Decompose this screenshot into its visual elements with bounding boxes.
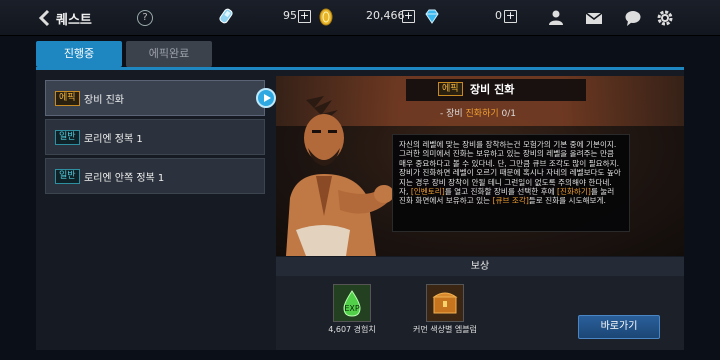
npc-portrait <box>286 96 394 256</box>
quest-label: 장비 진화 <box>84 95 124 106</box>
epic-badge: 에픽 <box>55 91 80 106</box>
mail-icon[interactable] <box>585 9 603 27</box>
tab-in-progress[interactable]: 진행중 <box>36 41 122 67</box>
diamond-value: 0 <box>495 9 502 22</box>
reward-heading: 보상 <box>276 257 684 276</box>
add-stamina-button[interactable]: + <box>298 10 311 23</box>
chat-icon[interactable] <box>624 9 642 27</box>
reward-label-exp: 4,607 경험치 <box>328 325 376 334</box>
reward-item-exp[interactable]: EXP <box>333 284 371 322</box>
add-diamond-button[interactable]: + <box>504 10 517 23</box>
quest-item-lorien-inner-conquest[interactable]: 일반 로리엔 안쪽 정복 1 <box>45 158 265 194</box>
normal-badge: 일반 <box>55 169 80 184</box>
quest-item-equipment-evolution[interactable]: 에픽 장비 진화 <box>45 80 265 116</box>
gold-coin-icon <box>319 8 333 26</box>
chevron-left-icon <box>38 9 50 27</box>
reward-item-emblem-chest[interactable] <box>426 284 464 322</box>
treasure-chest-icon <box>427 285 463 321</box>
settings-icon[interactable] <box>656 9 674 27</box>
play-arrow-icon[interactable] <box>256 88 276 108</box>
quest-label: 로리엔 정복 1 <box>84 134 143 145</box>
tab-epic-completed[interactable]: 에픽완료 <box>126 41 212 67</box>
quest-item-lorien-conquest[interactable]: 일반 로리엔 정복 1 <box>45 119 265 155</box>
add-gold-button[interactable]: + <box>402 10 415 23</box>
diamond-icon <box>425 9 439 24</box>
stamina-value: 95 <box>283 9 297 22</box>
quest-objective: - 장비 진화하기 0/1 <box>440 109 517 119</box>
help-button[interactable]: ? <box>137 10 153 26</box>
quest-label: 로리엔 안쪽 정복 1 <box>84 173 165 184</box>
page-title: 퀘스트 <box>56 13 92 28</box>
detail-title: 장비 진화 <box>470 83 515 96</box>
back-button[interactable] <box>38 9 54 27</box>
gold-value: 20,466 <box>366 9 405 22</box>
svg-text:EXP: EXP <box>344 304 360 313</box>
stamina-icon <box>219 8 233 24</box>
normal-badge: 일반 <box>55 130 80 145</box>
exp-potion-icon: EXP <box>334 285 370 321</box>
quest-description: 자신의 레벨에 맞는 장비를 장착하는건 모험가의 기본 중에 기본이지. 그러… <box>392 134 630 232</box>
reward-label-emblem: 커먼 색상별 엠블럼 <box>413 325 477 334</box>
go-to-button[interactable]: 바로가기 <box>578 315 660 339</box>
friends-icon[interactable] <box>547 9 565 27</box>
epic-badge: 에픽 <box>438 82 463 96</box>
top-bar: 퀘스트 ? 95 + 20,466 + 0 + <box>0 0 720 36</box>
